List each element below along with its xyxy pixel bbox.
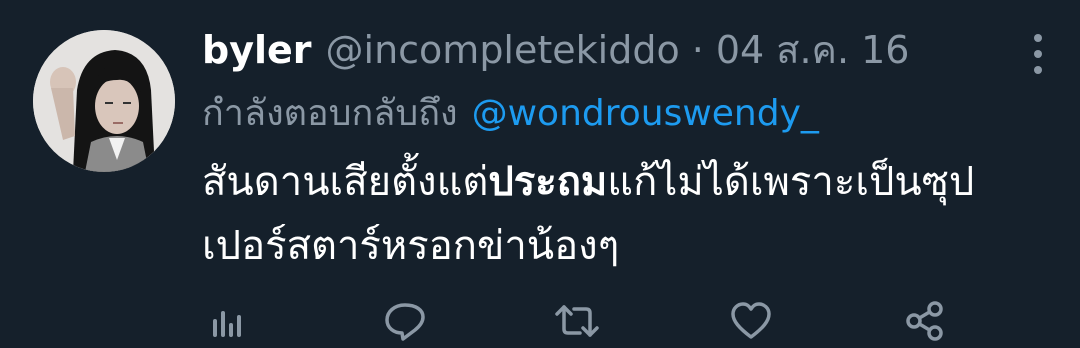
separator-dot: ·	[691, 28, 704, 72]
display-name[interactable]: byler	[202, 24, 312, 76]
reply-icon[interactable]	[382, 298, 428, 344]
avatar[interactable]	[33, 30, 175, 172]
analytics-icon[interactable]	[204, 298, 250, 344]
reply-mention-link[interactable]: @wondrouswendy_	[472, 93, 819, 134]
more-dot	[1034, 66, 1042, 74]
retweet-icon[interactable]	[554, 298, 600, 344]
user-handle[interactable]: @incompletekiddo	[326, 24, 680, 76]
replying-to: กำลังตอบกลับถึง @wondrouswendy_	[202, 88, 819, 140]
tweet-header: byler @incompletekiddo · 04 ส.ค. 16	[202, 24, 909, 76]
tweet-text: สันดานเสียตั้งแต่ประถมแก้ไม่ได้เพราะเป็น…	[202, 150, 1032, 278]
more-vertical-icon[interactable]	[1032, 34, 1044, 74]
reply-prefix: กำลังตอบกลับถึง	[202, 93, 458, 134]
action-bar	[202, 298, 982, 348]
share-icon[interactable]	[902, 298, 948, 344]
more-dot	[1034, 34, 1042, 42]
more-dot	[1034, 50, 1042, 58]
tweet-date[interactable]: 04 ส.ค. 16	[716, 24, 910, 76]
tweet-text-part1: สันดานเสียตั้งแต่	[202, 159, 489, 205]
tweet[interactable]: byler @incompletekiddo · 04 ส.ค. 16 กำลั…	[0, 0, 1080, 348]
tweet-text-bold: ประถม	[488, 159, 608, 205]
heart-icon[interactable]	[728, 298, 774, 344]
